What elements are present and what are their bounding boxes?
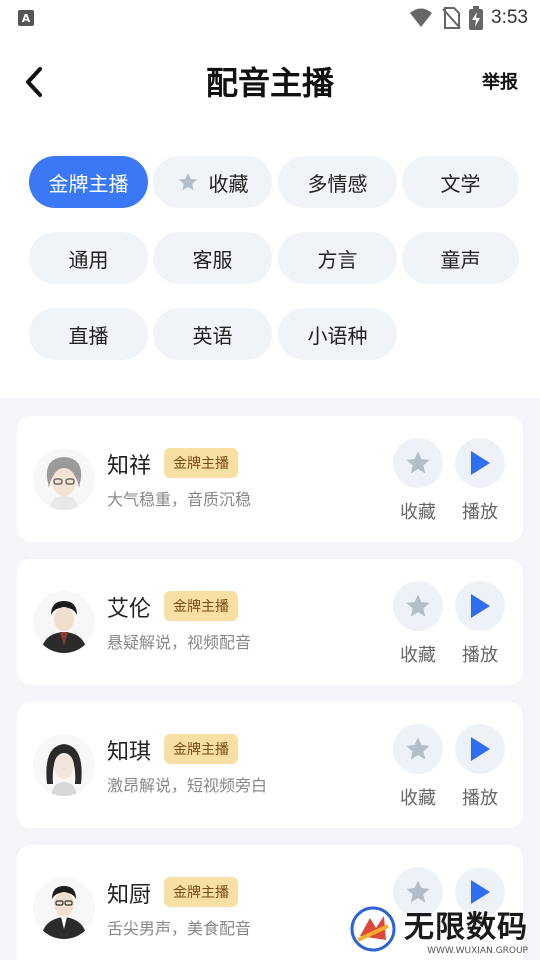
avatar — [33, 877, 95, 939]
tag-label: 客服 — [192, 247, 233, 272]
star-icon — [178, 172, 197, 191]
play-button[interactable] — [455, 438, 505, 488]
star-icon — [406, 737, 430, 760]
play-button[interactable] — [455, 724, 505, 774]
anchor-description: 大气稳重，音质沉稳 — [107, 490, 252, 509]
status-time: 3:53 — [491, 7, 528, 28]
tag-gold-anchor[interactable]: 金牌主播 — [29, 156, 148, 208]
anchor-card[interactable]: 知祥 金牌主播 大气稳重，音质沉稳 收藏 播放 — [17, 416, 523, 542]
status-bar: A 3:53 — [0, 0, 540, 36]
watermark-title: 无限数码 — [404, 910, 528, 945]
tag-english[interactable]: 英语 — [153, 308, 272, 360]
play-label[interactable]: 播放 — [450, 498, 510, 524]
play-button[interactable] — [455, 581, 505, 631]
tag-general[interactable]: 通用 — [29, 232, 148, 284]
watermark-subtitle: WWW.WUXIAN.GROUP — [427, 946, 528, 956]
play-icon — [471, 451, 490, 475]
favorite-label[interactable]: 收藏 — [388, 641, 448, 667]
play-icon — [471, 737, 490, 761]
favorite-label[interactable]: 收藏 — [388, 784, 448, 810]
tag-label: 英语 — [192, 323, 233, 348]
anchor-card[interactable]: 知琪 金牌主播 激昂解说，短视频旁白 收藏 播放 — [17, 702, 523, 828]
watermark-logo-icon — [350, 906, 396, 952]
favorite-button[interactable] — [393, 581, 443, 631]
tag-customer-service[interactable]: 客服 — [153, 232, 272, 284]
report-button[interactable]: 举报 — [482, 68, 518, 94]
tag-live[interactable]: 直播 — [29, 308, 148, 360]
play-icon — [471, 594, 490, 618]
tag-label: 方言 — [317, 247, 358, 272]
anchor-description: 舌尖男声，美食配音 — [107, 919, 252, 938]
avatar — [33, 591, 95, 653]
header: 配音主播 举报 — [0, 50, 540, 114]
avatar — [33, 734, 95, 796]
tag-label: 直播 — [68, 323, 109, 348]
tag-label: 多情感 — [307, 171, 368, 196]
anchor-description: 悬疑解说，视频配音 — [107, 633, 252, 652]
gold-anchor-badge: 金牌主播 — [164, 734, 238, 764]
gold-anchor-badge: 金牌主播 — [164, 448, 238, 478]
anchor-name: 知祥 — [107, 454, 152, 479]
no-sim-icon — [442, 7, 461, 29]
tag-child-voice[interactable]: 童声 — [402, 232, 519, 284]
gold-anchor-badge: 金牌主播 — [164, 591, 238, 621]
play-label[interactable]: 播放 — [450, 784, 510, 810]
tag-literature[interactable]: 文学 — [402, 156, 519, 208]
anchor-name: 知厨 — [107, 883, 152, 908]
anchor-name: 知琪 — [107, 740, 152, 765]
wifi-icon — [410, 8, 433, 27]
anchor-name: 艾伦 — [107, 597, 152, 622]
favorite-button[interactable] — [393, 438, 443, 488]
anchor-card[interactable]: 艾伦 金牌主播 悬疑解说，视频配音 收藏 播放 — [17, 559, 523, 685]
page-title: 配音主播 — [205, 64, 334, 102]
tag-label: 小语种 — [307, 323, 368, 348]
tag-label: 童声 — [440, 247, 481, 272]
app-notification-icon: A — [18, 10, 34, 26]
watermark: 无限数码 WWW.WUXIAN.GROUP — [350, 902, 528, 956]
star-icon — [406, 451, 430, 474]
tag-minor-languages[interactable]: 小语种 — [278, 308, 397, 360]
tag-label: 通用 — [68, 247, 109, 272]
tag-label: 文学 — [440, 171, 481, 196]
battery-charging-icon — [469, 6, 484, 30]
favorite-label[interactable]: 收藏 — [388, 498, 448, 524]
tag-emotional[interactable]: 多情感 — [278, 156, 397, 208]
play-label[interactable]: 播放 — [450, 641, 510, 667]
gold-anchor-badge: 金牌主播 — [164, 877, 238, 907]
anchor-list: 知祥 金牌主播 大气稳重，音质沉稳 收藏 播放 艾伦 金牌主播 悬疑解说，视频配… — [0, 398, 540, 960]
anchor-description: 激昂解说，短视频旁白 — [107, 776, 268, 795]
avatar — [33, 448, 95, 510]
tag-favorites[interactable]: 收藏 — [153, 156, 272, 208]
tag-label: 金牌主播 — [48, 171, 129, 196]
tag-label: 收藏 — [208, 171, 249, 196]
tag-dialect[interactable]: 方言 — [278, 232, 397, 284]
star-icon — [406, 594, 430, 617]
favorite-button[interactable] — [393, 724, 443, 774]
